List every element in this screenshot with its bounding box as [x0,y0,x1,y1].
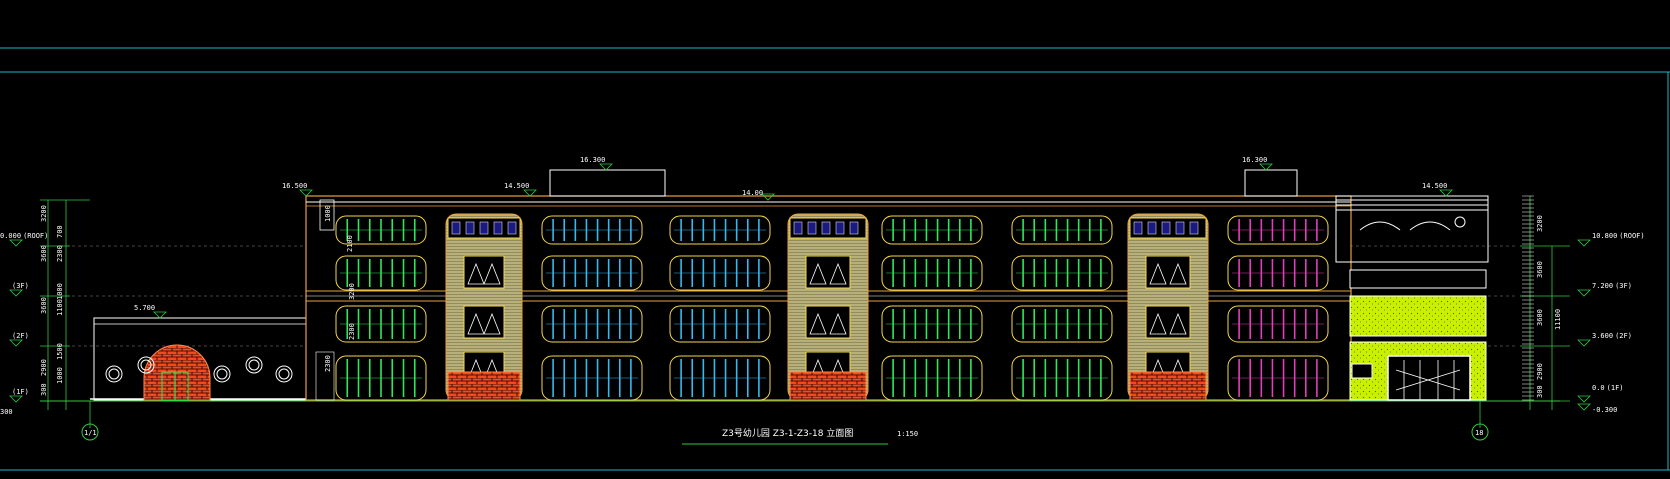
dimension-value: 2300 [324,355,332,372]
right-level-base: -0.300 [1592,406,1617,414]
right-dimension-values: 3200 3600 3600 2900 300 11100 [1536,215,1562,398]
svg-text:1/1: 1/1 [84,429,97,437]
dimension-value: 2300 [348,323,356,340]
left-level-1f: (1F) [12,388,29,396]
dimension-value: 1500 [56,343,64,360]
low-wing [93,317,307,401]
left-level-roof: 0.000 (ROOF) [0,232,48,240]
dimension-value: 1100 [56,299,64,316]
dimension-value: 1000 [56,367,64,384]
roof-parapet-left [549,169,666,197]
dimension-value: 3200 [40,205,48,222]
dimension-value: 1000 [324,205,332,222]
window-bay [1227,215,1329,401]
elev-top-2: 16.300 [580,156,605,164]
svg-text:18: 18 [1475,429,1483,437]
window-bays [315,213,1329,401]
annex-lime-panel-top [1349,295,1487,337]
roof-parapet-right [1244,169,1298,197]
elev-top-5: 16.300 [1242,156,1267,164]
dimension-value: 1000 [56,283,64,300]
dimension-value: 300 [40,383,48,396]
left-level-base: 300 [0,408,13,416]
drawing-scale: 1:150 [897,430,918,438]
window-bay [881,215,983,401]
left-level-markers [9,239,23,403]
dimension-value: 3200 [348,283,356,300]
right-annex [1335,195,1489,401]
elev-top-3: 14.500 [504,182,529,190]
dimension-value: 2900 [1536,363,1544,380]
dimension-value: 2300 [56,245,64,262]
dimension-value: 3600 [40,297,48,314]
stair-tower [787,213,869,401]
dimension-value: 11100 [1554,309,1562,330]
dimension-value: 3600 [1536,261,1544,278]
window-bay [669,215,771,401]
window-bay [1011,215,1113,401]
right-level-1f: 0.0 (1F) [1592,384,1624,392]
window-bay [541,215,643,401]
dimension-value: 2100 [346,235,354,252]
dimension-value: 2900 [40,359,48,376]
drawing-title: Z3号幼儿园 Z3-1-Z3-18 立面图 [722,427,853,439]
dimension-value: 3600 [1536,309,1544,326]
stair-tower [445,213,523,401]
right-tick-column [1522,195,1534,401]
dimension-value: 300 [1536,385,1544,398]
elev-top-7: 5.700 [134,304,155,312]
dimension-value: 3200 [1536,215,1544,232]
right-dimensions [1479,196,1591,428]
left-level-3f: (3F) [12,282,29,290]
elev-top-6: 14.500 [1422,182,1447,190]
elev-top-4: 14.00 [742,189,763,197]
left-level-2f: (2F) [12,332,29,340]
elev-top-1: 16.500 [282,182,307,190]
dimension-value: 700 [56,225,64,238]
elevation-drawing: 0.000 (ROOF) (3F) (2F) (1F) 300 320036003… [0,47,1670,471]
dimension-value: 3600 [40,245,48,262]
right-level-roof: 10.800 (ROOF) [1592,232,1645,240]
right-level-2f: 3.600 (2F) [1592,332,1632,340]
stair-tower [1127,213,1209,401]
right-level-3f: 7.200 (3F) [1592,282,1632,290]
